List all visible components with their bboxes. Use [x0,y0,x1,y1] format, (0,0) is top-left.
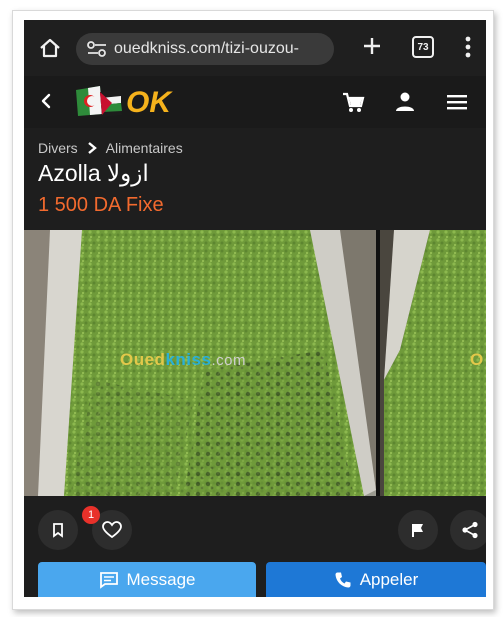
listing-photo-2[interactable]: O [380,230,486,496]
contact-bar: Message Appeler [24,560,486,597]
watermark-2: O [470,350,484,369]
listing-info: Divers Alimentaires Azolla ازولا 1 500 D… [24,128,486,230]
call-button[interactable]: Appeler [266,562,486,597]
favorite-count-badge: 1 [82,506,100,524]
bookmark-button[interactable] [38,510,78,550]
message-icon [99,571,118,589]
message-button[interactable]: Message [38,562,256,597]
ouedkniss-logo[interactable]: OK [70,84,190,120]
share-icon [462,521,478,539]
photo-gallery[interactable]: Ouedkniss.com O [24,230,486,496]
breadcrumb-item-alimentaires[interactable]: Alimentaires [106,140,183,156]
report-button[interactable] [398,510,438,550]
breadcrumb: Divers Alimentaires [38,140,183,156]
home-icon[interactable] [38,36,62,60]
tab-count: 73 [417,41,429,53]
share-button[interactable] [450,510,486,550]
message-label: Message [126,569,196,589]
bookmark-icon [53,523,63,538]
cart-icon[interactable] [340,89,366,115]
logo-text: OK [126,86,171,119]
watermark: Ouedkniss.com [120,350,246,369]
flag-icon [412,524,423,537]
account-icon[interactable] [392,89,418,115]
url-text: ouedkniss.com/tizi-ouzou- [114,40,299,57]
listing-title: Azolla ازولا [38,160,149,186]
listing-price: 1 500 DA Fixe [38,194,164,216]
site-settings-icon[interactable] [86,40,108,58]
address-bar[interactable]: ouedkniss.com/tizi-ouzou- [76,33,334,65]
hamburger-menu-icon[interactable] [444,89,470,115]
site-header: OK [24,76,486,128]
chevron-right-icon [87,142,97,154]
breadcrumb-item-divers[interactable]: Divers [38,140,78,156]
more-vert-icon[interactable] [456,34,480,60]
heart-icon [102,521,122,539]
listing-photo-1[interactable]: Ouedkniss.com [24,230,376,496]
listing-actions: 1 [24,496,486,560]
tab-switcher-button[interactable]: 73 [412,36,434,58]
browser-toolbar: ouedkniss.com/tizi-ouzou- 73 [24,20,486,76]
phone-icon [335,572,351,587]
new-tab-icon[interactable] [360,34,384,58]
call-label: Appeler [359,569,419,589]
back-arrow-icon[interactable] [36,90,58,112]
phone-screen: ouedkniss.com/tizi-ouzou- 73 OK Divers A… [24,20,486,597]
